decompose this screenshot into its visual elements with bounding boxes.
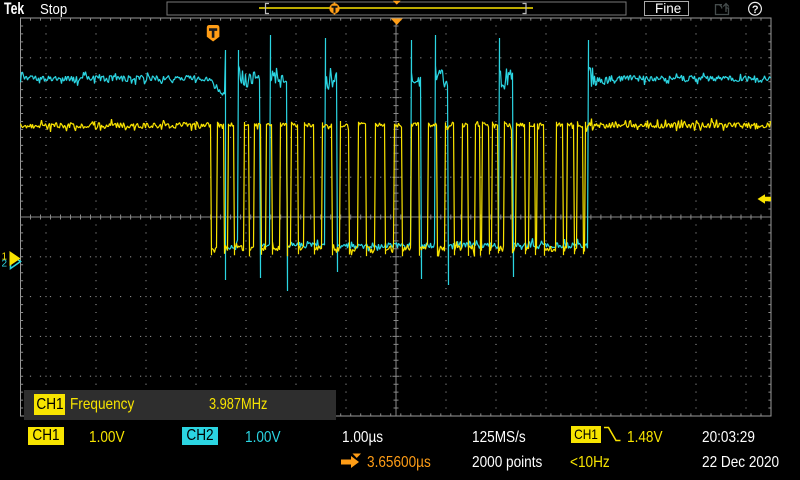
svg-text:1: 1 xyxy=(2,252,8,263)
svg-text:?: ? xyxy=(752,4,759,16)
